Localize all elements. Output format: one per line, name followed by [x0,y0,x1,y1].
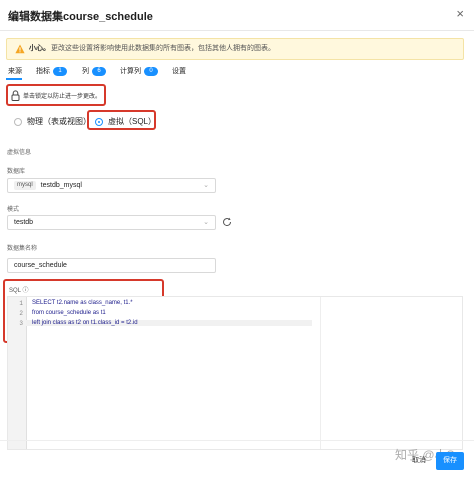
refresh-icon[interactable] [222,217,232,227]
chevron-down-icon: ⌄ [203,219,209,226]
dataset-name-input[interactable]: course_schedule [7,258,216,273]
schema-label: 模式 [7,207,20,213]
database-label: 数据库 [7,169,26,175]
warning-alert: 小心。 更改这些设置将影响使用此数据集的所有图表，包括其他人拥有的图表。 [6,38,464,60]
code-line-active: left join class as t2 on t1.class_id = t… [26,320,312,326]
sql-label: SQL ⓘ [9,288,29,294]
radio-physical-dot [14,117,22,126]
warning-heading: 小心。 [29,45,50,52]
dialog-header: 编辑数据集course_schedule × [0,0,474,31]
radio-virtual[interactable]: 虚拟（SQL） [95,116,156,127]
active-tab-indicator [6,78,22,80]
database-value: testdb_mysql [40,182,82,189]
metrics-count-badge: 1 [53,66,67,76]
line-number: 2 [19,310,23,317]
tab-columns[interactable]: 列6 [82,66,106,76]
tab-calculated-columns[interactable]: 计算列 0 [120,66,158,76]
tab-bar: 来源 指标 1 列6 计算列 0 设置 [0,62,474,80]
cancel-button[interactable]: 取消 [406,452,432,470]
tab-source[interactable]: 来源 [8,66,22,76]
lock-toggle[interactable]: 单击锁定以防止进一步更改。 [6,84,106,106]
close-icon[interactable]: × [456,6,464,21]
lock-text: 单击锁定以防止进一步更改。 [23,94,102,100]
schema-value: testdb [14,219,34,226]
code-line: SELECT t2.name as class_name, t1.* [32,300,133,306]
lock-icon [11,90,20,101]
save-button[interactable]: 保存 [436,452,464,470]
radio-virtual-dot [95,117,103,126]
sql-editor[interactable]: 1 2 3 SELECT t2.name as class_name, t1.*… [7,296,463,450]
warning-icon [15,44,25,54]
database-type-tag: mysql [14,180,36,190]
virtual-info-heading: 虚拟信息 [7,150,32,156]
line-number: 3 [19,320,23,327]
dialog-title: 编辑数据集course_schedule [8,11,153,23]
chevron-down-icon: ⌄ [203,182,209,189]
dataset-name-label: 数据集名称 [7,246,38,252]
info-icon: ⓘ [22,288,29,294]
columns-count-badge: 6 [92,66,106,76]
calculated-count-badge: 0 [144,66,158,76]
radio-physical[interactable]: 物理（表或视图） [14,116,91,127]
line-number: 1 [19,300,23,307]
dataset-name-value: course_schedule [14,262,67,269]
schema-select[interactable]: testdb ⌄ [7,215,216,230]
tab-settings[interactable]: 设置 [172,66,186,76]
editor-gutter: 1 2 3 [8,297,27,449]
print-margin [320,297,321,449]
warning-text: 更改这些设置将影响使用此数据集的所有图表，包括其他人拥有的图表。 [51,45,275,52]
database-select[interactable]: mysql testdb_mysql ⌄ [7,178,216,193]
code-line: from course_schedule as t1 [32,310,106,316]
tab-metrics[interactable]: 指标 1 [36,66,67,76]
